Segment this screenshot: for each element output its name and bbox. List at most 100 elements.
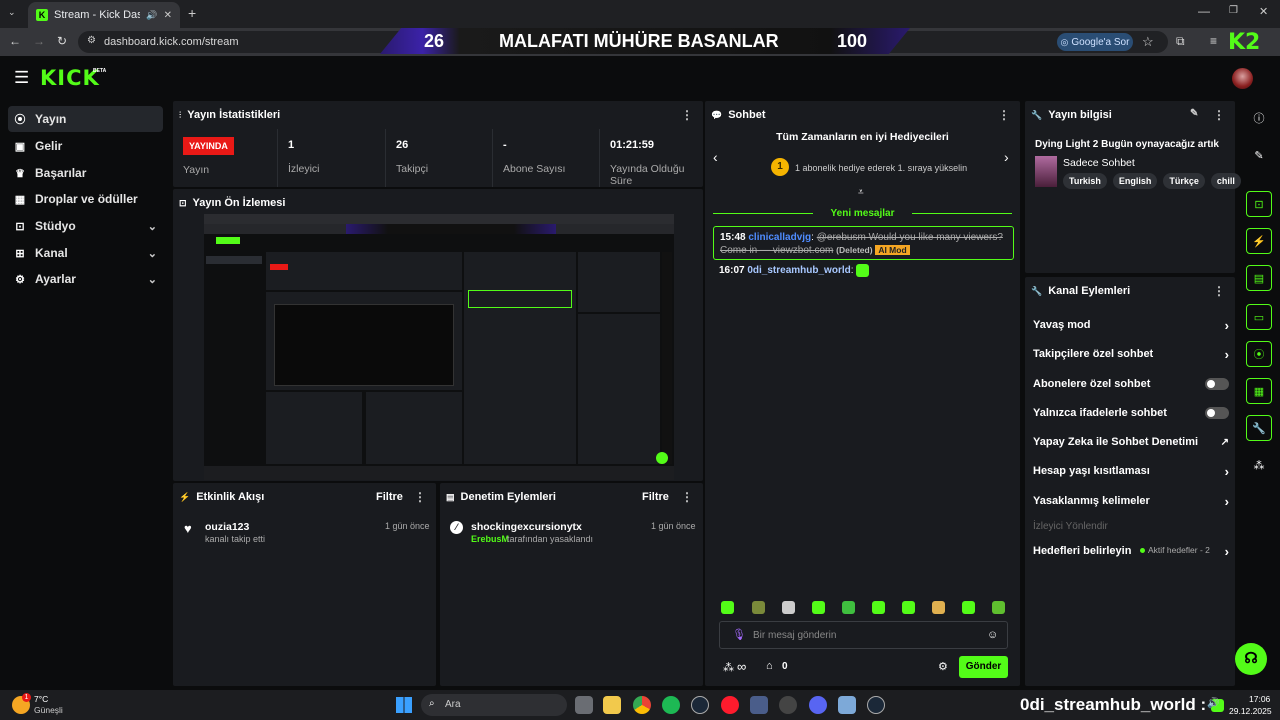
tag[interactable]: Turkish <box>1063 173 1107 189</box>
chevron-left-icon[interactable]: ‹ <box>713 149 718 165</box>
maximize-button[interactable]: ❐ <box>1229 5 1238 16</box>
store-icon[interactable]: ⌂ <box>766 660 773 672</box>
emote-icon[interactable] <box>992 601 1005 614</box>
sidebar-item-studyo[interactable]: ⊡ Stüdyo ⌄ <box>8 213 163 239</box>
ai-moderation-row[interactable]: Yapay Zeka ile Sohbet Denetimi ↗ <box>1033 430 1229 454</box>
sidebar-item-gelir[interactable]: ▣ Gelir <box>8 133 163 159</box>
reload-icon[interactable]: ↻ <box>57 34 67 48</box>
more-options-icon[interactable]: ⋮ <box>1213 108 1225 122</box>
microphone-icon[interactable]: 🎙 <box>732 628 746 641</box>
tag[interactable]: Türkçe <box>1163 173 1205 189</box>
chrome-icon[interactable] <box>633 696 651 714</box>
sidebar-item-ayarlar[interactable]: ⚙ Ayarlar ⌄ <box>8 266 163 292</box>
followers-only-row[interactable]: Takipçilere özel sohbet › <box>1033 342 1229 366</box>
points-icon[interactable]: ⁂ <box>723 661 734 674</box>
scroll-down-icon[interactable]: ⩡ <box>858 187 864 198</box>
tag[interactable]: chill <box>1210 173 1241 189</box>
chat-message[interactable]: 16:07 0di_streamhub_world: <box>719 264 870 277</box>
stream-preview-video[interactable] <box>204 214 674 480</box>
taskbar-search[interactable]: ⌕ Ara <box>421 694 567 716</box>
chat-settings-icon[interactable]: ⚙ <box>938 660 948 673</box>
actions-toggle-icon[interactable]: 🔧 <box>1246 415 1272 441</box>
k2-extension-logo[interactable]: K2 <box>1228 30 1260 55</box>
clock-time[interactable]: 17:06 <box>1249 694 1270 704</box>
more-options-icon[interactable]: ⋮ <box>681 490 693 504</box>
emote-icon[interactable] <box>842 601 855 614</box>
emotes-only-toggle[interactable] <box>1205 407 1229 419</box>
emoji-picker-icon[interactable]: ☺ <box>987 629 998 641</box>
emote-icon[interactable] <box>721 601 734 614</box>
chat-message[interactable]: 15:48 clinicalladvjg: @erebusm Would you… <box>713 226 1014 260</box>
user-avatar[interactable] <box>1232 68 1253 89</box>
bookmark-star-icon[interactable]: ☆ <box>1142 34 1154 50</box>
forward-icon[interactable]: → <box>33 34 45 48</box>
account-age-row[interactable]: Hesap yaşı kısıtlaması › <box>1033 459 1229 483</box>
emote-icon[interactable] <box>752 601 765 614</box>
slow-mode-row[interactable]: Yavaş mod › <box>1033 313 1229 337</box>
activity-user[interactable]: ouzia123 <box>205 521 249 533</box>
subscribers-only-toggle[interactable] <box>1205 378 1229 390</box>
app-icon[interactable] <box>838 696 856 714</box>
menu-lines-icon[interactable]: ≡ <box>1210 34 1217 48</box>
edit-pencil-icon[interactable]: ✎ <box>1190 108 1198 119</box>
browser-tab[interactable]: K Stream - Kick Dashboard 🔊 ✕ <box>28 2 180 28</box>
emote-icon[interactable] <box>812 601 825 614</box>
audio-icon[interactable]: 🔊 <box>146 10 157 21</box>
stats-toggle-icon[interactable]: ▦ <box>1246 378 1272 404</box>
app-icon[interactable] <box>750 696 768 714</box>
message-user[interactable]: 0di_streamhub_world <box>747 265 850 276</box>
minimize-button[interactable]: — <box>1198 4 1210 18</box>
file-explorer-icon[interactable] <box>603 696 621 714</box>
more-options-icon[interactable]: ⋮ <box>414 490 426 504</box>
edit-icon[interactable]: ✎ <box>1246 142 1272 168</box>
moderation-toggle-icon[interactable]: ▤ <box>1246 265 1272 291</box>
steam-icon[interactable] <box>867 696 885 714</box>
chevron-right-icon[interactable]: › <box>1004 149 1009 165</box>
more-options-icon[interactable]: ⋮ <box>1213 284 1225 298</box>
google-ask-button[interactable]: ◎ Google'a Sor <box>1057 33 1133 51</box>
task-view-icon[interactable] <box>575 696 593 714</box>
goals-row[interactable]: Hedefleri belirleyin Aktif hedefler - 2 … <box>1033 539 1229 563</box>
tab-search-icon[interactable]: ⌄ <box>8 7 22 21</box>
sidebar-item-droplar[interactable]: ▦ Droplar ve ödüller <box>8 186 163 212</box>
extensions-icon[interactable]: ⧉ <box>1176 34 1185 49</box>
moderation-filter-button[interactable]: Filtre <box>642 491 669 503</box>
emote-icon[interactable] <box>962 601 975 614</box>
clock-date[interactable]: 29.12.2025 <box>1229 706 1272 716</box>
new-tab-button[interactable]: + <box>188 5 196 21</box>
help-button[interactable]: ☊ <box>1235 643 1267 675</box>
emote-icon[interactable] <box>932 601 945 614</box>
kick-logo[interactable]: KICK <box>40 66 100 90</box>
volume-icon[interactable]: 🔊 <box>1207 698 1219 709</box>
chat-toggle-icon[interactable]: ▭ <box>1246 304 1272 330</box>
preview-toggle-icon[interactable]: ⊡ <box>1246 191 1272 217</box>
chat-input[interactable]: 🎙 Bir mesaj gönderin ☺ <box>719 621 1008 649</box>
spotify-icon[interactable] <box>662 696 680 714</box>
activity-toggle-icon[interactable]: ⚡ <box>1246 228 1272 254</box>
add-widget-icon[interactable]: ⁂ <box>1246 452 1272 478</box>
sidebar-item-kanal[interactable]: ⊞ Kanal ⌄ <box>8 240 163 266</box>
more-options-icon[interactable]: ⋮ <box>681 108 693 122</box>
tab-close-icon[interactable]: ✕ <box>164 10 172 21</box>
category-name[interactable]: Sadece Sohbet <box>1063 157 1135 169</box>
steam-icon[interactable] <box>691 696 709 714</box>
emote-icon[interactable] <box>902 601 915 614</box>
more-options-icon[interactable]: ⋮ <box>998 108 1010 122</box>
discord-icon[interactable] <box>809 696 827 714</box>
message-user[interactable]: clinicalladvjg <box>748 232 811 243</box>
send-button[interactable]: Gönder <box>959 656 1008 678</box>
hamburger-menu-icon[interactable]: ☰ <box>14 68 29 88</box>
tag[interactable]: English <box>1112 173 1158 189</box>
close-window-button[interactable]: ✕ <box>1259 5 1268 18</box>
moderation-user[interactable]: shockingexcursionytx <box>471 521 582 533</box>
banned-words-row[interactable]: Yasaklanmış kelimeler › <box>1033 489 1229 513</box>
info-icon[interactable]: ⓘ <box>1246 105 1272 131</box>
broadcast-toggle-icon[interactable]: ⦿ <box>1246 341 1272 367</box>
moderation-by[interactable]: ErebusM <box>471 534 509 544</box>
opera-icon[interactable] <box>721 696 739 714</box>
sidebar-item-yayin[interactable]: ⦿ Yayın <box>8 106 163 132</box>
app-icon[interactable] <box>779 696 797 714</box>
sidebar-item-basarilar[interactable]: ♛ Başarılar <box>8 160 163 186</box>
back-icon[interactable]: ← <box>9 34 21 48</box>
emote-icon[interactable] <box>872 601 885 614</box>
